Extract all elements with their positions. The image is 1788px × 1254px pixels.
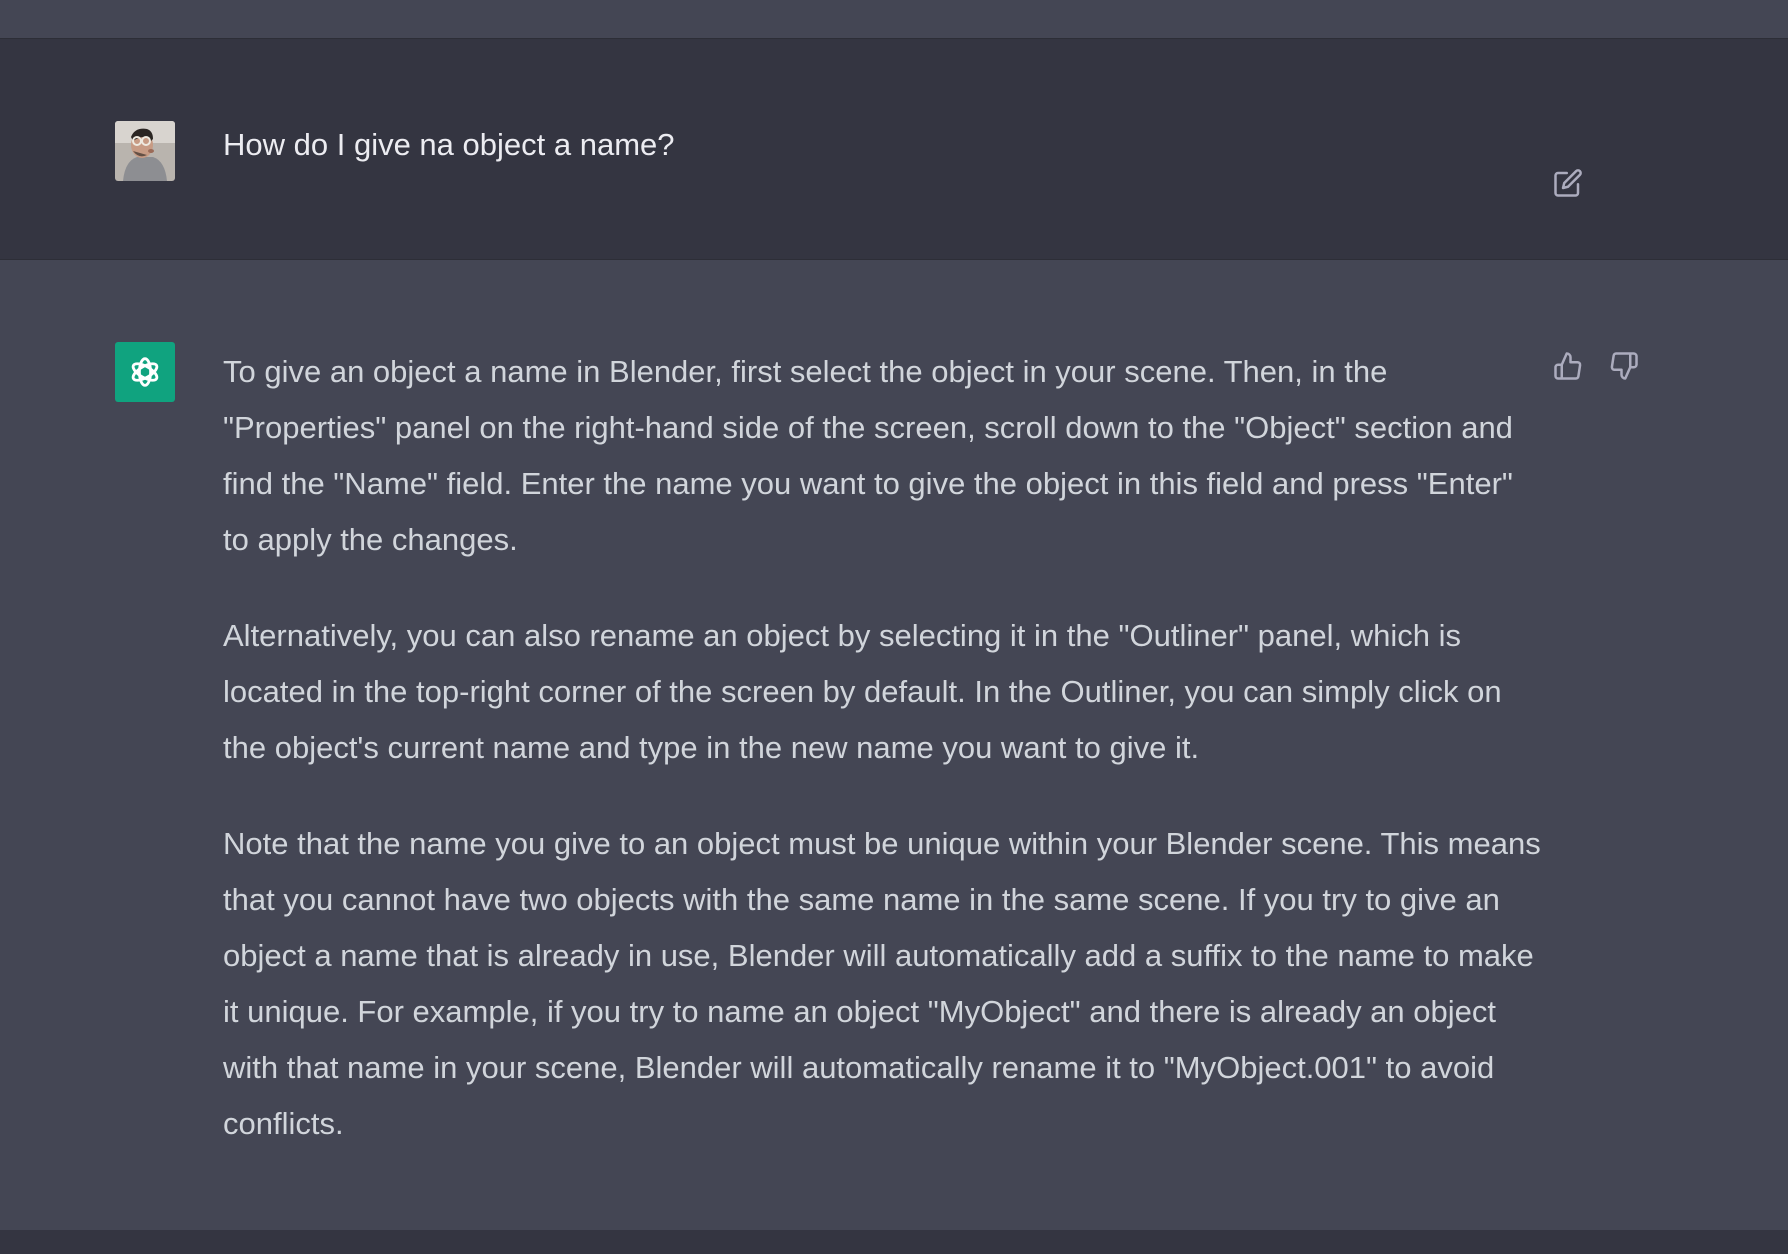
assistant-message-text: To give an object a name in Blender, fir…	[223, 344, 1543, 1192]
answer-paragraph: To give an object a name in Blender, fir…	[223, 354, 1513, 557]
edit-pencil-icon	[1554, 169, 1582, 197]
top-strip	[0, 0, 1788, 38]
assistant-avatar	[115, 342, 175, 402]
answer-paragraph: Note that the name you give to an object…	[223, 826, 1541, 1141]
bottom-strip	[0, 1230, 1788, 1254]
thumbs-down-icon	[1610, 352, 1638, 380]
thumbs-up-icon	[1554, 352, 1582, 380]
answer-paragraph: Alternatively, you can also rename an ob…	[223, 618, 1502, 765]
edit-message-button[interactable]	[1548, 163, 1588, 203]
thumbs-up-button[interactable]	[1548, 346, 1588, 386]
user-message-text: How do I give na object a name?	[223, 127, 675, 162]
thumbs-down-button[interactable]	[1604, 346, 1644, 386]
user-avatar-photo	[115, 121, 175, 181]
user-avatar	[115, 121, 175, 181]
user-message: How do I give na object a name?	[0, 38, 1788, 260]
openai-logo-icon	[131, 357, 159, 387]
assistant-message: To give an object a name in Blender, fir…	[0, 260, 1788, 1230]
